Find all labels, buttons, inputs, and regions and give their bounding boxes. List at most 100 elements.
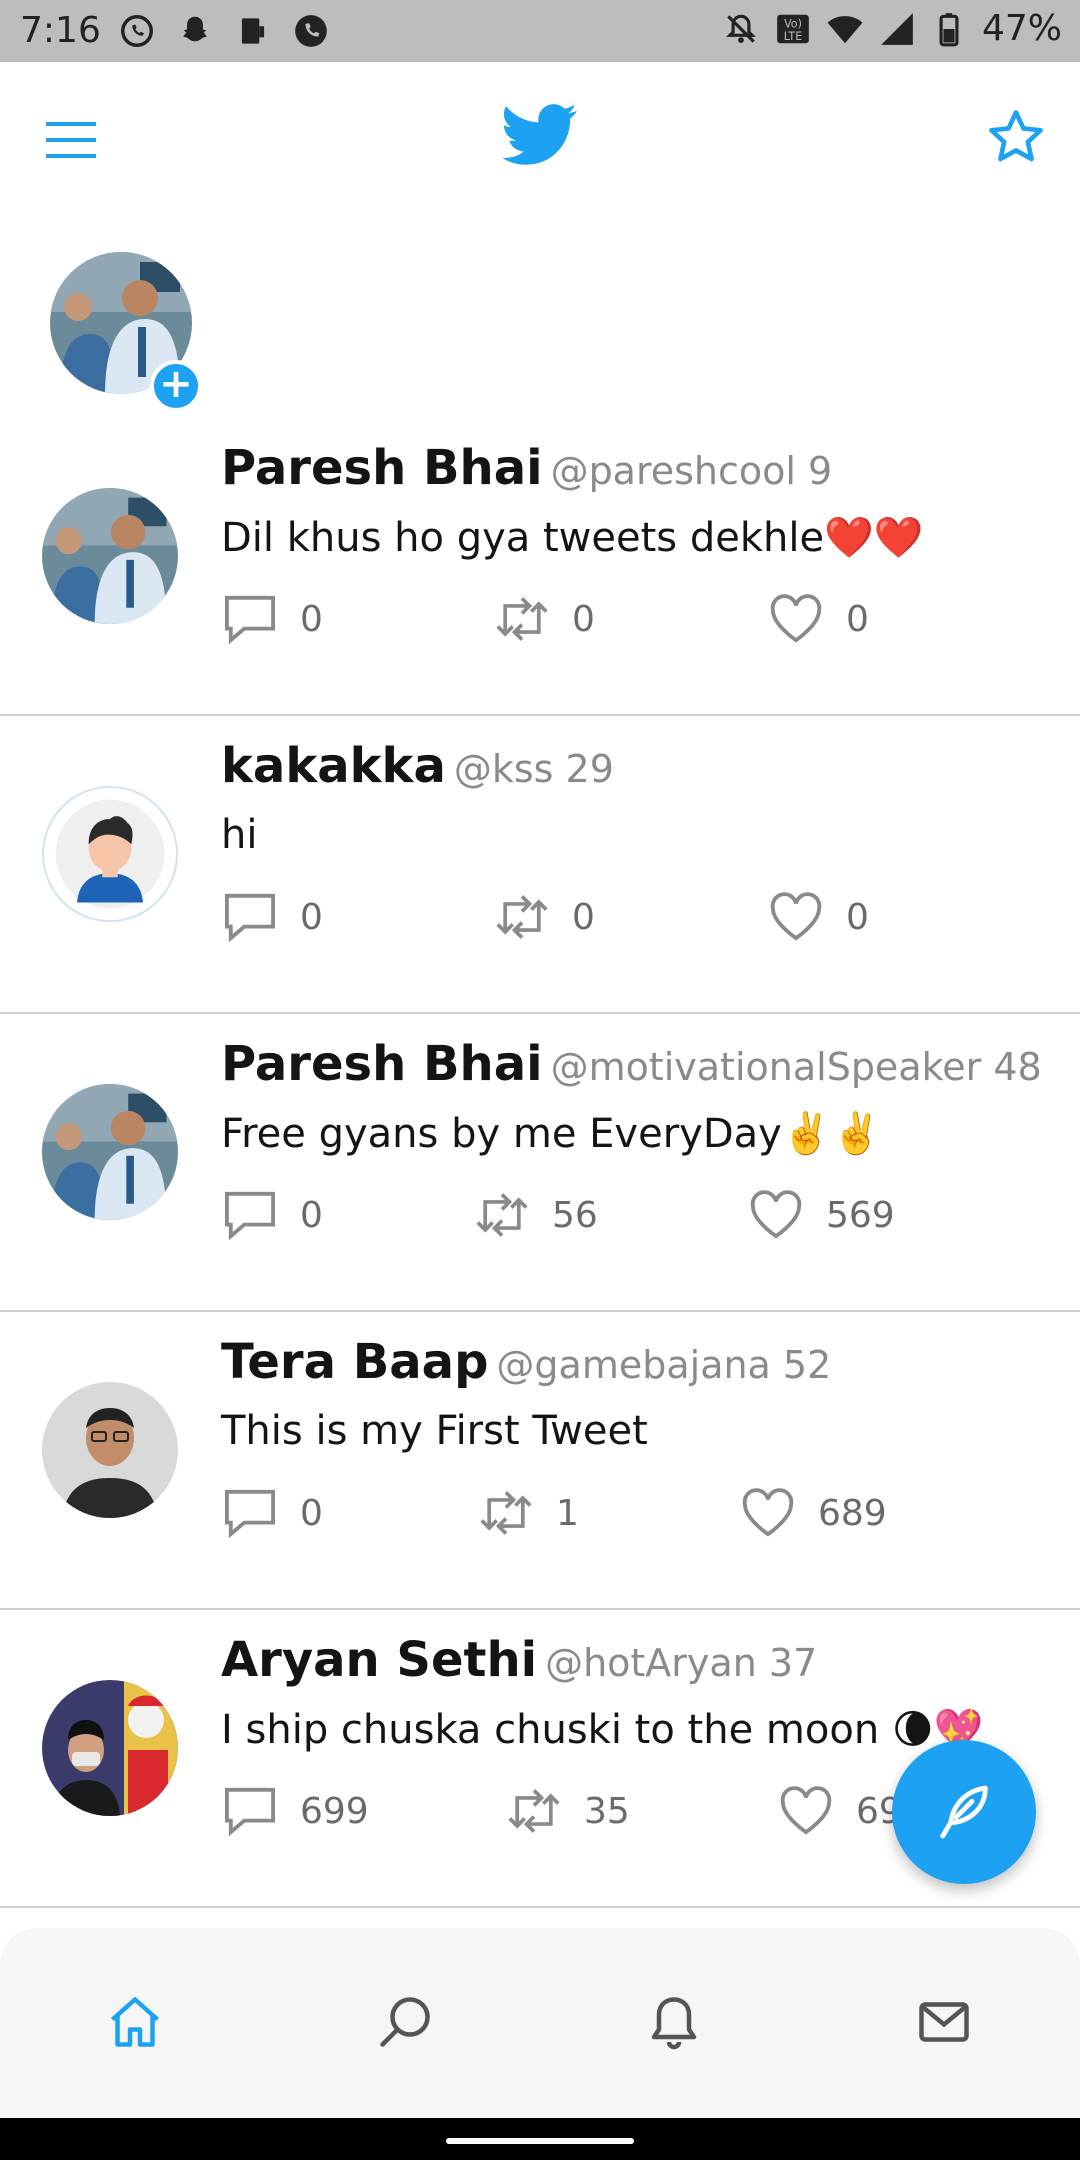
tweet-card[interactable]: kakakka @kss 29 hi 0 0 0	[0, 716, 1080, 1014]
heart-icon	[780, 1786, 832, 1835]
heart-icon	[770, 892, 822, 941]
tweet-text: I ship chuska chuski to the moon 🌘💖	[221, 1707, 984, 1753]
tweet-actions: 0 1 689	[222, 1488, 982, 1544]
search-icon[interactable]	[375, 1992, 435, 2052]
tweet-text: hi	[221, 812, 258, 858]
like-count: 0	[846, 598, 869, 640]
like-button[interactable]: 69	[778, 1786, 902, 1836]
mail-icon[interactable]	[914, 1992, 974, 2052]
tweet-header: kakakka @kss 29	[221, 738, 614, 794]
like-count: 0	[846, 896, 869, 938]
status-time: 7:16	[20, 10, 101, 51]
like-button[interactable]: 0	[768, 892, 869, 942]
reply-button[interactable]: 0	[222, 1190, 323, 1240]
tweet-header: Paresh Bhai @motivationalSpeaker 48	[221, 1036, 1042, 1092]
star-icon[interactable]	[985, 106, 1047, 168]
feather-icon	[940, 1785, 988, 1839]
whatsapp-icon	[121, 15, 153, 47]
status-bar: 7:16 Vo) LTE 47%	[0, 0, 1080, 62]
heart-icon	[770, 594, 822, 643]
reply-button[interactable]: 0	[222, 1488, 323, 1538]
default-avatar-icon	[44, 788, 176, 920]
retweet-icon	[508, 1789, 560, 1833]
author-name[interactable]: Tera Baap	[221, 1334, 488, 1390]
svg-text:Vo): Vo)	[784, 17, 802, 30]
tweet-card[interactable]: Paresh Bhai @pareshcool 9 Dil khus ho gya…	[0, 418, 1080, 716]
avatar[interactable]	[42, 1382, 178, 1518]
like-button[interactable]: 689	[740, 1488, 887, 1538]
reply-button[interactable]: 699	[222, 1786, 369, 1836]
avatar[interactable]	[42, 786, 178, 922]
reply-button[interactable]: 0	[222, 594, 323, 644]
twitter-bird-icon	[502, 104, 577, 165]
profile-photo-icon	[42, 488, 178, 624]
retweet-count: 35	[584, 1790, 630, 1832]
compose-tweet-button[interactable]	[892, 1740, 1036, 1884]
profile-photo-icon	[42, 1084, 178, 1220]
avatar[interactable]	[42, 1680, 178, 1816]
tweet-header: Aryan Sethi @hotAryan 37	[221, 1632, 817, 1688]
menu-icon[interactable]	[46, 118, 98, 162]
retweet-icon	[496, 597, 548, 641]
author-handle: @hotAryan 37	[545, 1641, 818, 1685]
retweet-button[interactable]: 0	[494, 594, 595, 644]
heart-icon	[750, 1190, 802, 1239]
phone-call-icon	[295, 15, 327, 47]
tweet-text: Dil khus ho gya tweets dekhle❤️❤️	[221, 515, 924, 561]
mute-icon	[726, 14, 756, 43]
retweet-count: 1	[556, 1492, 579, 1534]
like-button[interactable]: 569	[748, 1190, 895, 1240]
reply-count: 0	[300, 1492, 323, 1534]
retweet-icon	[480, 1491, 532, 1535]
like-button[interactable]: 0	[768, 594, 869, 644]
tweet-card[interactable]: Tera Baap @gamebajana 52 This is my First…	[0, 1312, 1080, 1610]
author-handle: @pareshcool 9	[550, 449, 833, 493]
fleet-add-story[interactable]: +	[50, 252, 202, 412]
reply-count: 0	[300, 598, 323, 640]
home-indicator[interactable]	[446, 2138, 634, 2144]
author-name[interactable]: Paresh Bhai	[221, 1036, 543, 1092]
comment-icon	[225, 893, 275, 942]
tweet-actions: 699 35 69	[222, 1786, 982, 1842]
reply-button[interactable]: 0	[222, 892, 323, 942]
retweet-button[interactable]: 1	[478, 1488, 579, 1538]
author-name[interactable]: Paresh Bhai	[221, 440, 543, 496]
add-fleet-icon[interactable]: +	[150, 360, 202, 412]
retweet-icon	[496, 895, 548, 939]
retweet-count: 0	[572, 598, 595, 640]
bottom-navigation	[0, 1928, 1080, 2118]
avatar[interactable]	[42, 488, 178, 624]
like-count: 569	[826, 1194, 895, 1236]
tweet-actions: 0 56 569	[222, 1190, 982, 1246]
tweet-text: This is my First Tweet	[221, 1408, 648, 1454]
retweet-button[interactable]: 56	[474, 1190, 598, 1240]
tweet-card[interactable]: Paresh Bhai @motivationalSpeaker 48 Free …	[0, 1014, 1080, 1312]
retweet-icon	[476, 1193, 528, 1237]
retweet-button[interactable]: 0	[494, 892, 595, 942]
retweet-button[interactable]: 35	[506, 1786, 630, 1836]
heart-icon	[742, 1488, 794, 1537]
author-handle: @kss 29	[453, 747, 614, 791]
retweet-count: 0	[572, 896, 595, 938]
comment-icon	[225, 1191, 275, 1240]
reply-count: 699	[300, 1790, 369, 1832]
like-count: 689	[818, 1492, 887, 1534]
battery-icon	[939, 12, 959, 46]
author-name[interactable]: Aryan Sethi	[221, 1632, 537, 1688]
wifi-icon	[827, 15, 863, 43]
home-icon[interactable]	[105, 1992, 165, 2052]
app-bar	[0, 62, 1080, 212]
device-icon	[241, 18, 265, 44]
tweet-actions: 0 0 0	[222, 892, 982, 948]
comment-icon	[225, 595, 275, 644]
snapchat-icon	[183, 16, 207, 42]
avatar[interactable]	[42, 1084, 178, 1220]
comment-icon	[225, 1489, 275, 1538]
profile-photo-icon	[42, 1680, 178, 1816]
retweet-count: 56	[552, 1194, 598, 1236]
gesture-bar	[0, 2118, 1080, 2160]
author-name[interactable]: kakakka	[221, 738, 446, 794]
bell-icon[interactable]	[644, 1992, 704, 2052]
tweet-text: Free gyans by me EveryDay✌️✌️	[221, 1111, 882, 1157]
tweet-actions: 0 0 0	[222, 594, 982, 650]
